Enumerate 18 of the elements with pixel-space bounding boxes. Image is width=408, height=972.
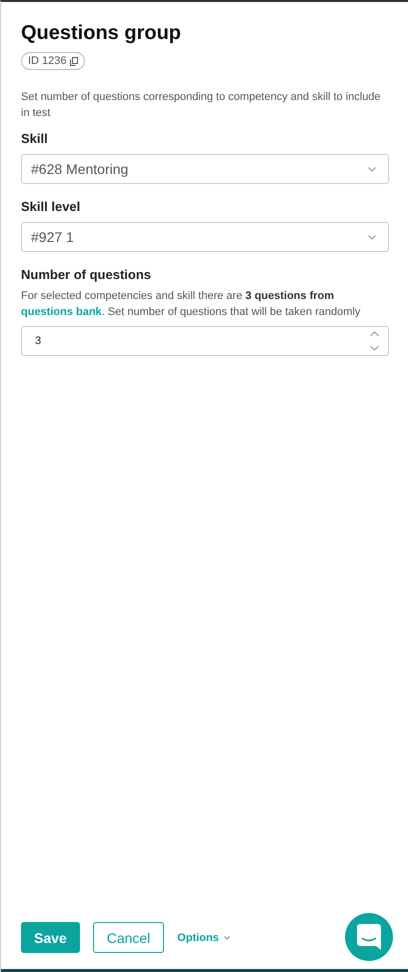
- field-label: Skill level: [21, 199, 82, 214]
- field-label: Number of questions: [21, 267, 152, 282]
- chat-button[interactable]: [345, 913, 393, 961]
- id-badge[interactable]: ID 1236: [21, 52, 85, 70]
- select-field[interactable]: #628 Mentoring: [21, 154, 389, 184]
- spinner-icon: [370, 331, 379, 351]
- panel-title: Questions group: [21, 22, 182, 45]
- copy-icon: [70, 56, 78, 66]
- hint-text: For selected competencies and skill there are 3 questions from questions bank. Set number of questions that will be taken randomly: [21, 289, 362, 320]
- select-field[interactable]: #927 1: [21, 222, 389, 252]
- chevron-down-icon: [368, 234, 376, 240]
- field-label: Skill: [21, 131, 49, 146]
- id-text: ID 1236: [28, 55, 67, 67]
- chat-icon: [357, 924, 381, 950]
- description-text: Set number of questions corresponding to competency and skill to include in test: [21, 90, 382, 121]
- chevron-down-icon: [368, 166, 376, 172]
- caret-icon: [224, 936, 230, 940]
- number-field[interactable]: 3: [21, 326, 389, 356]
